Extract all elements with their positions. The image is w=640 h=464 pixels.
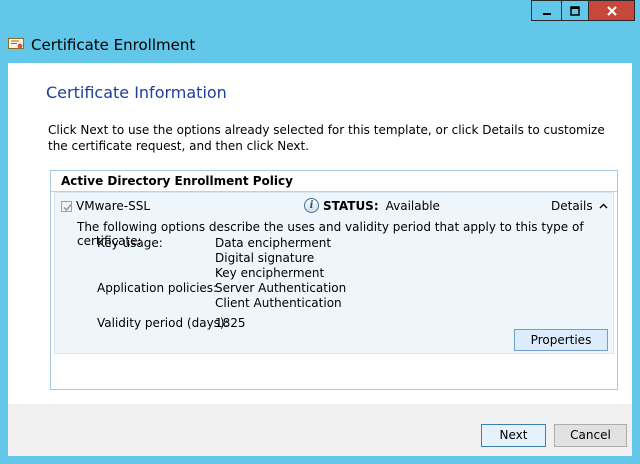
template-name: VMware-SSL (76, 199, 151, 213)
minimize-icon (542, 12, 551, 15)
details-toggle[interactable]: Details (551, 199, 608, 213)
chevron-up-icon (599, 203, 608, 209)
status-area: i STATUS: Available (304, 198, 440, 213)
wizard-content: Certificate Information Click Next to us… (8, 63, 632, 404)
properties-button[interactable]: Properties (514, 329, 608, 351)
key-usage-value: Data encipherment (215, 236, 332, 250)
button-bar: Next Cancel (8, 404, 632, 456)
app-policy-value: Server Authentication (215, 281, 347, 295)
template-checkbox[interactable] (61, 201, 72, 212)
enrollment-policy-panel: Active Directory Enrollment Policy VMwar… (50, 170, 618, 390)
minimize-button[interactable] (531, 0, 561, 21)
close-button[interactable] (589, 0, 635, 21)
certificate-template-item[interactable]: VMware-SSL i STATUS: Available Details T… (54, 192, 614, 354)
validity-label: Validity period (days): (97, 316, 229, 330)
window-title: Certificate Enrollment (31, 36, 196, 54)
key-usage-value: Digital signature (215, 251, 315, 265)
certificate-enrollment-window: Certificate Enrollment Certificate Infor… (0, 0, 640, 464)
cancel-button[interactable]: Cancel (554, 424, 627, 447)
page-heading: Certificate Information (46, 83, 227, 102)
status-value: Available (385, 198, 440, 213)
close-icon (606, 5, 617, 16)
key-usage-label: Key usage: (97, 236, 163, 250)
status-label: STATUS: (323, 198, 379, 213)
title-bar[interactable] (0, 0, 640, 32)
app-policies-label: Application policies: (97, 281, 218, 295)
app-policy-value: Client Authentication (215, 296, 342, 310)
validity-value: 1825 (215, 316, 246, 330)
maximize-icon (570, 5, 580, 16)
next-button[interactable]: Next (481, 424, 546, 447)
check-icon (63, 204, 72, 212)
policy-header: Active Directory Enrollment Policy (51, 171, 617, 192)
intro-text: Click Next to use the options already se… (48, 123, 605, 153)
details-label: Details (551, 199, 593, 213)
certificate-icon (8, 38, 24, 49)
info-icon: i (304, 198, 319, 213)
key-usage-value: Key encipherment (215, 266, 325, 280)
maximize-button[interactable] (561, 0, 589, 21)
